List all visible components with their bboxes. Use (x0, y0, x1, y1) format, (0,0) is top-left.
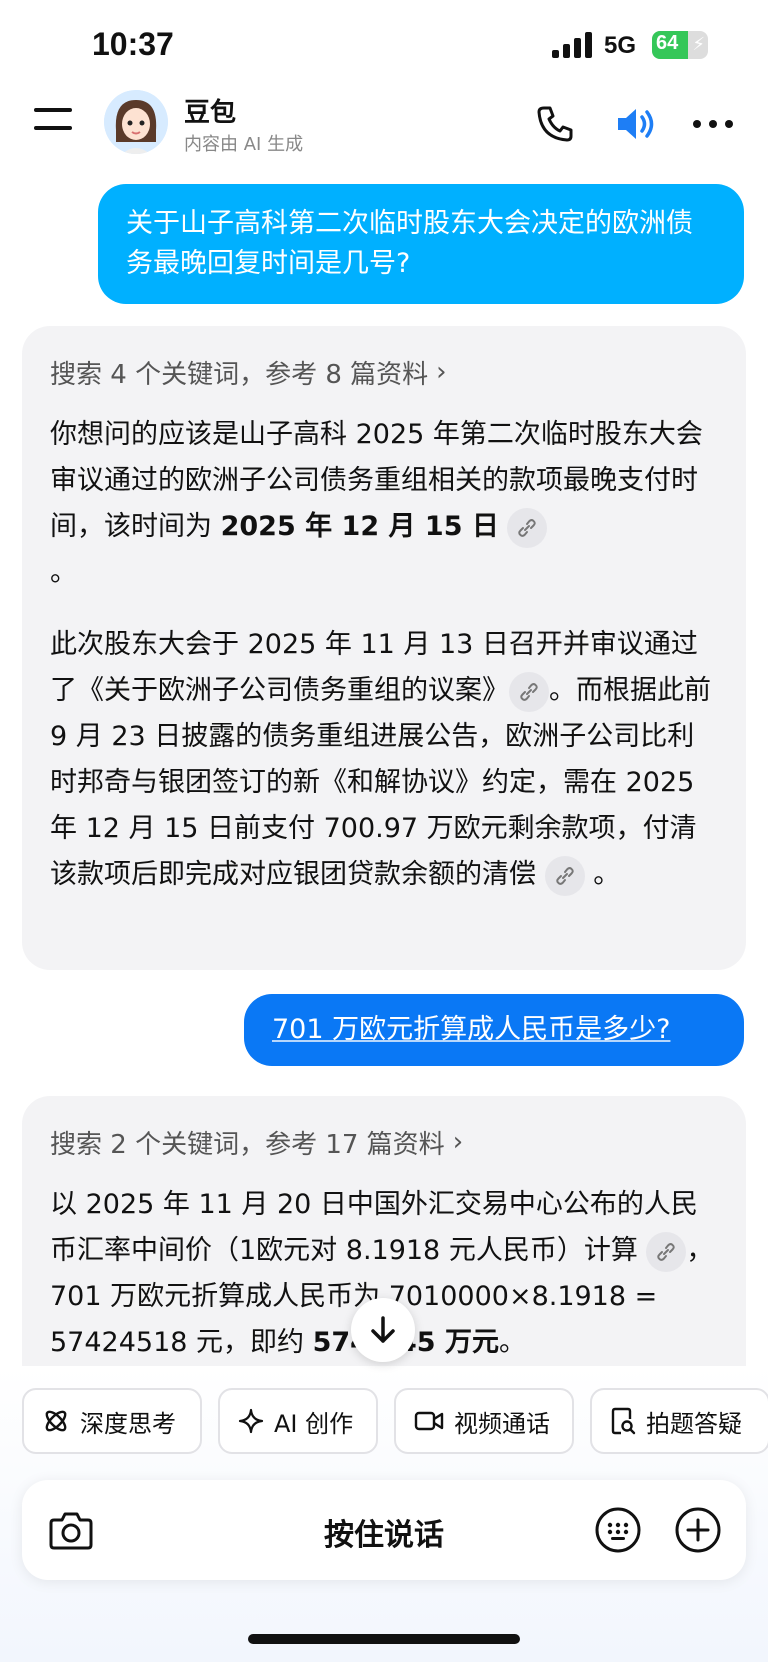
answer-end: 。 (50, 557, 77, 588)
deep-think-button[interactable]: 深度思考 (22, 1388, 202, 1454)
answer-paragraph: 此次股东大会于 2025 年 11 月 13 日召开并审议通过了《关于欧洲子公司… (50, 622, 718, 898)
chat-header: 豆包 内容由 AI 生成 (0, 86, 768, 166)
signal-icon (552, 32, 592, 58)
link-icon[interactable] (507, 507, 548, 548)
answer-paragraph: 你想问的应该是山子高科 2025 年第二次临时股东大会审议通过的欧洲子公司债务重… (50, 412, 718, 596)
photo-answer-button[interactable]: 拍题答疑 (590, 1388, 768, 1454)
sparkle-icon (238, 1408, 264, 1434)
menu-icon[interactable] (34, 108, 72, 138)
keyboard-icon[interactable] (594, 1506, 642, 1554)
home-indicator (248, 1634, 520, 1644)
bot-name: 豆包 (184, 98, 237, 128)
link-icon[interactable] (509, 671, 549, 712)
search-summary-text: 搜索 4 个关键词，参考 8 篇资料 (50, 359, 429, 390)
chip-label: 深度思考 (80, 1409, 176, 1438)
quick-actions: 深度思考 AI 创作 视频通话 拍题答疑 (22, 1388, 768, 1454)
search-summary[interactable]: 搜索 2 个关键词，参考 17 篇资料 › (50, 1122, 718, 1162)
atom-icon (45, 1410, 67, 1432)
answer-text: 。而根据此前 9 月 23 日披露的债务重组进展公告，欧洲子公司比利时邦奇与银团… (50, 675, 711, 890)
user-message[interactable]: 701 万欧元折算成人民币是多少? (244, 994, 744, 1066)
charging-icon: ⚡ (692, 34, 705, 55)
user-message[interactable]: 关于山子高科第二次临时股东大会决定的欧洲债务最晚回复时间是几号? (98, 184, 744, 304)
chevron-right-icon: › (452, 1127, 464, 1157)
status-time: 10:37 (92, 26, 174, 62)
answer-text: 以 2025 年 11 月 20 日中国外汇交易中心公布的人民币汇率中间价（1欧… (50, 1189, 698, 1266)
bot-subtitle: 内容由 AI 生成 (184, 134, 304, 155)
battery-level: 64 (656, 32, 679, 54)
scan-doc-icon (611, 1407, 636, 1435)
more-icon[interactable] (693, 120, 733, 130)
composer: 按住说话 (22, 1480, 746, 1580)
user-message-text: 关于山子高科第二次临时股东大会决定的欧洲债务最晚回复时间是几号? (126, 208, 693, 279)
battery-icon: 64 ⚡ (652, 31, 708, 59)
answer-highlight: 2025 年 12 月 15 日 (220, 511, 499, 542)
answer-end: 。 (593, 859, 621, 890)
video-camera-icon (414, 1411, 444, 1431)
link-icon[interactable] (646, 1231, 687, 1272)
chip-label: AI 创作 (274, 1409, 354, 1438)
link-icon[interactable] (544, 855, 585, 896)
scroll-down-button[interactable] (351, 1298, 415, 1362)
answer-end: 。 (498, 1327, 526, 1358)
chip-label: 拍题答疑 (646, 1409, 742, 1438)
status-bar: 10:37 5G 64 ⚡ (0, 0, 768, 90)
user-message-text: 701 万欧元折算成人民币是多少? (272, 1014, 671, 1045)
speaker-icon[interactable] (614, 104, 658, 144)
ai-create-button[interactable]: AI 创作 (218, 1388, 378, 1454)
arrow-down-icon (371, 1316, 395, 1343)
search-summary[interactable]: 搜索 4 个关键词，参考 8 篇资料 › (50, 352, 718, 392)
search-summary-text: 搜索 2 个关键词，参考 17 篇资料 (50, 1129, 445, 1160)
phone-icon[interactable] (535, 104, 575, 144)
avatar[interactable] (104, 90, 168, 154)
chevron-right-icon: › (436, 357, 447, 387)
network-label: 5G (604, 32, 637, 59)
video-call-button[interactable]: 视频通话 (394, 1388, 574, 1454)
plus-icon[interactable] (674, 1506, 722, 1554)
assistant-message: 搜索 4 个关键词，参考 8 篇资料 › 你想问的应该是山子高科 2025 年第… (22, 326, 746, 970)
chip-label: 视频通话 (454, 1409, 550, 1438)
